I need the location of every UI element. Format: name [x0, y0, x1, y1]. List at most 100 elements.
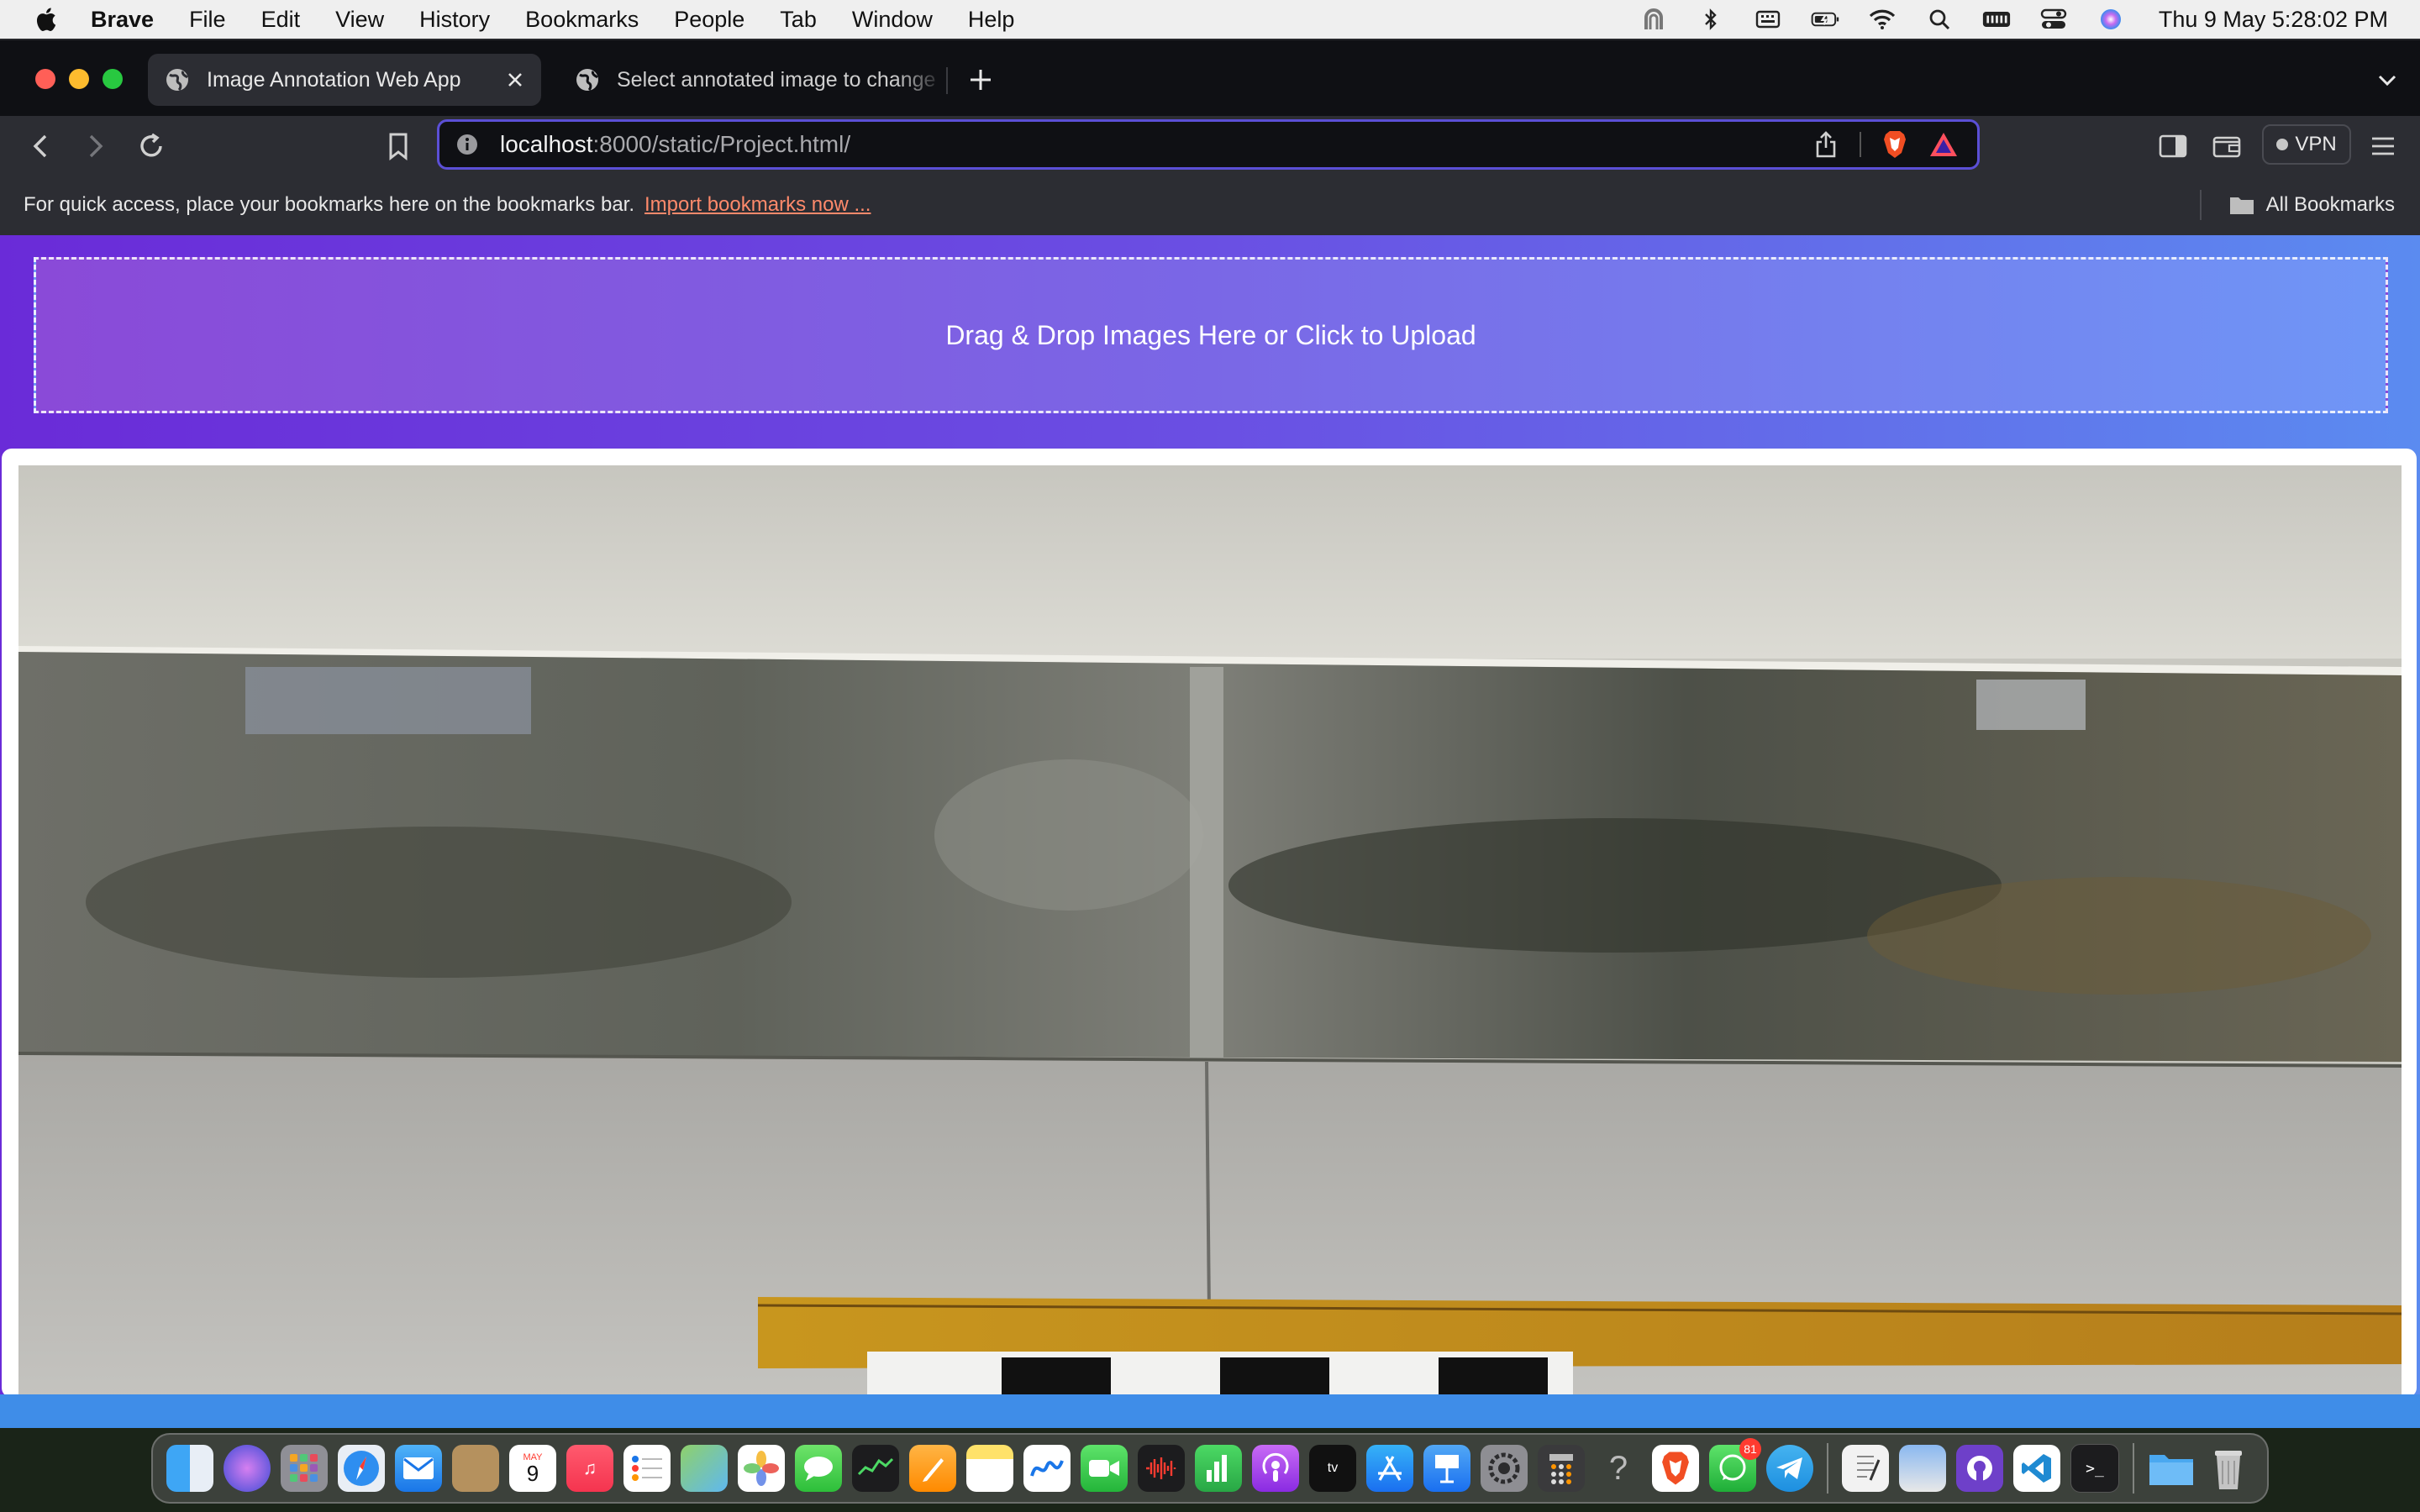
tab-image-annotation[interactable]: Image Annotation Web App	[148, 54, 541, 106]
siri-icon[interactable]	[224, 1445, 271, 1492]
chevron-down-icon[interactable]	[2375, 67, 2400, 92]
pages-icon[interactable]	[909, 1445, 956, 1492]
window-minimize-button[interactable]	[69, 69, 89, 89]
keynote-icon[interactable]	[1423, 1445, 1470, 1492]
facetime-icon[interactable]	[1081, 1445, 1128, 1492]
input-icon[interactable]	[1982, 8, 2011, 30]
tab-strip: Image Annotation Web App Select annotate…	[0, 39, 2420, 118]
brave-browser-icon[interactable]	[1652, 1445, 1699, 1492]
close-icon[interactable]	[504, 69, 526, 91]
keyboard-icon[interactable]	[1754, 8, 1782, 30]
url-text[interactable]: localhost:8000/static/Project.html/	[500, 131, 1811, 158]
contacts-icon[interactable]	[452, 1445, 499, 1492]
dropzone-label: Drag & Drop Images Here or Click to Uplo…	[945, 319, 1476, 350]
menu-tab[interactable]: Tab	[780, 7, 817, 33]
window-zoom-button[interactable]	[103, 69, 123, 89]
freeform-icon[interactable]	[1023, 1445, 1071, 1492]
preview-icon[interactable]	[1899, 1445, 1946, 1492]
menu-clock[interactable]: Thu 9 May 5:28:02 PM	[2159, 7, 2388, 33]
menu-help[interactable]: Help	[968, 7, 1015, 33]
notes-icon[interactable]	[966, 1445, 1013, 1492]
wifi-icon[interactable]	[1868, 8, 1897, 30]
system-settings-icon[interactable]	[1481, 1445, 1528, 1492]
apple-tv-icon[interactable]: tv	[1309, 1445, 1356, 1492]
menu-file[interactable]: File	[189, 7, 226, 33]
menu-people[interactable]: People	[674, 7, 744, 33]
calendar-icon[interactable]: MAY 9	[509, 1445, 556, 1492]
forward-arrow-icon[interactable]	[79, 129, 113, 163]
launchpad-icon[interactable]	[281, 1445, 328, 1492]
menu-view[interactable]: View	[335, 7, 384, 33]
telegram-icon[interactable]	[1766, 1445, 1813, 1492]
dock: MAY 9 ♫ tv ? 81 >_	[151, 1433, 2269, 1504]
menu-window[interactable]: Window	[852, 7, 933, 33]
menu-app-name[interactable]: Brave	[91, 7, 154, 33]
menu-bar: Brave File Edit View History Bookmarks P…	[0, 0, 2420, 39]
new-tab-plus-icon[interactable]	[966, 66, 995, 94]
mail-icon[interactable]	[395, 1445, 442, 1492]
terminal-icon[interactable]: >_	[2070, 1444, 2119, 1493]
import-bookmarks-link[interactable]: Import bookmarks now ...	[644, 193, 871, 217]
share-icon[interactable]	[1811, 129, 1841, 160]
notification-badge: 81	[1739, 1438, 1761, 1460]
all-bookmarks-button[interactable]: All Bookmarks	[2229, 193, 2395, 217]
textedit-icon[interactable]	[1842, 1445, 1889, 1492]
numbers-icon[interactable]	[1195, 1445, 1242, 1492]
wallet-icon[interactable]	[2210, 129, 2244, 163]
vscode-icon[interactable]	[2013, 1445, 2060, 1492]
photos-icon[interactable]	[738, 1445, 785, 1492]
trash-icon[interactable]	[2205, 1445, 2252, 1492]
window-close-button[interactable]	[35, 69, 55, 89]
maps-icon[interactable]	[681, 1445, 728, 1492]
annotation-image[interactable]	[18, 465, 2402, 1398]
help-question-icon[interactable]: ?	[1595, 1445, 1642, 1492]
app-store-icon[interactable]	[1366, 1445, 1413, 1492]
apple-logo-icon[interactable]	[34, 6, 57, 33]
tab-title: Select annotated image to change	[617, 67, 936, 92]
podcasts-icon[interactable]	[1252, 1445, 1299, 1492]
tab-title: Image Annotation Web App	[207, 67, 461, 92]
menu-history[interactable]: History	[419, 7, 490, 33]
calculator-icon[interactable]	[1538, 1445, 1585, 1492]
bookmarks-bar: For quick access, place your bookmarks h…	[0, 175, 2420, 235]
menu-bookmarks[interactable]: Bookmarks	[525, 7, 639, 33]
finder-icon[interactable]	[166, 1445, 213, 1492]
vpn-button[interactable]: VPN	[2262, 124, 2351, 165]
voice-memos-icon[interactable]	[1138, 1445, 1185, 1492]
reload-icon[interactable]	[134, 129, 168, 163]
address-bar[interactable]: localhost:8000/static/Project.html/	[437, 119, 1980, 170]
tab-select-annotated-image[interactable]: Select annotated image to change	[558, 54, 944, 106]
whatsapp-icon[interactable]: 81	[1709, 1438, 1761, 1492]
dock-divider	[2133, 1443, 2134, 1494]
github-desktop-icon[interactable]	[1956, 1445, 2003, 1492]
sidebar-toggle-icon[interactable]	[2156, 129, 2190, 163]
annotation-canvas-container	[2, 449, 2417, 1398]
control-center-icon[interactable]	[2039, 8, 2068, 30]
site-info-icon[interactable]	[456, 134, 478, 155]
calendar-day: 9	[526, 1461, 539, 1486]
vpn-status-icon	[2276, 139, 2289, 150]
globe-icon	[576, 69, 598, 92]
menu-edit[interactable]: Edit	[261, 7, 301, 33]
music-icon[interactable]: ♫	[566, 1445, 613, 1492]
bluetooth-icon[interactable]	[1697, 8, 1725, 30]
messages-icon[interactable]	[795, 1445, 842, 1492]
omnibox-divider	[1860, 132, 1861, 157]
bookmarks-hint: For quick access, place your bookmarks h…	[24, 193, 635, 216]
upload-dropzone[interactable]: Drag & Drop Images Here or Click to Uplo…	[34, 257, 2388, 413]
battery-icon[interactable]	[1811, 8, 1839, 30]
reminders-icon[interactable]	[623, 1445, 671, 1492]
airdrop-icon[interactable]	[1639, 8, 1668, 30]
bookmarks-divider	[2200, 190, 2202, 220]
downloads-folder-icon[interactable]	[2148, 1445, 2195, 1492]
hamburger-menu-icon[interactable]	[2366, 129, 2400, 163]
brave-shields-icon[interactable]	[1880, 129, 1910, 160]
stocks-icon[interactable]	[852, 1445, 899, 1492]
siri-icon[interactable]	[2096, 8, 2125, 30]
spotlight-icon[interactable]	[1925, 8, 1954, 30]
folder-icon	[2229, 197, 2254, 214]
brave-rewards-icon[interactable]	[1928, 129, 1959, 160]
safari-icon[interactable]	[338, 1445, 385, 1492]
back-arrow-icon[interactable]	[24, 129, 57, 163]
bookmark-icon[interactable]	[381, 129, 415, 163]
